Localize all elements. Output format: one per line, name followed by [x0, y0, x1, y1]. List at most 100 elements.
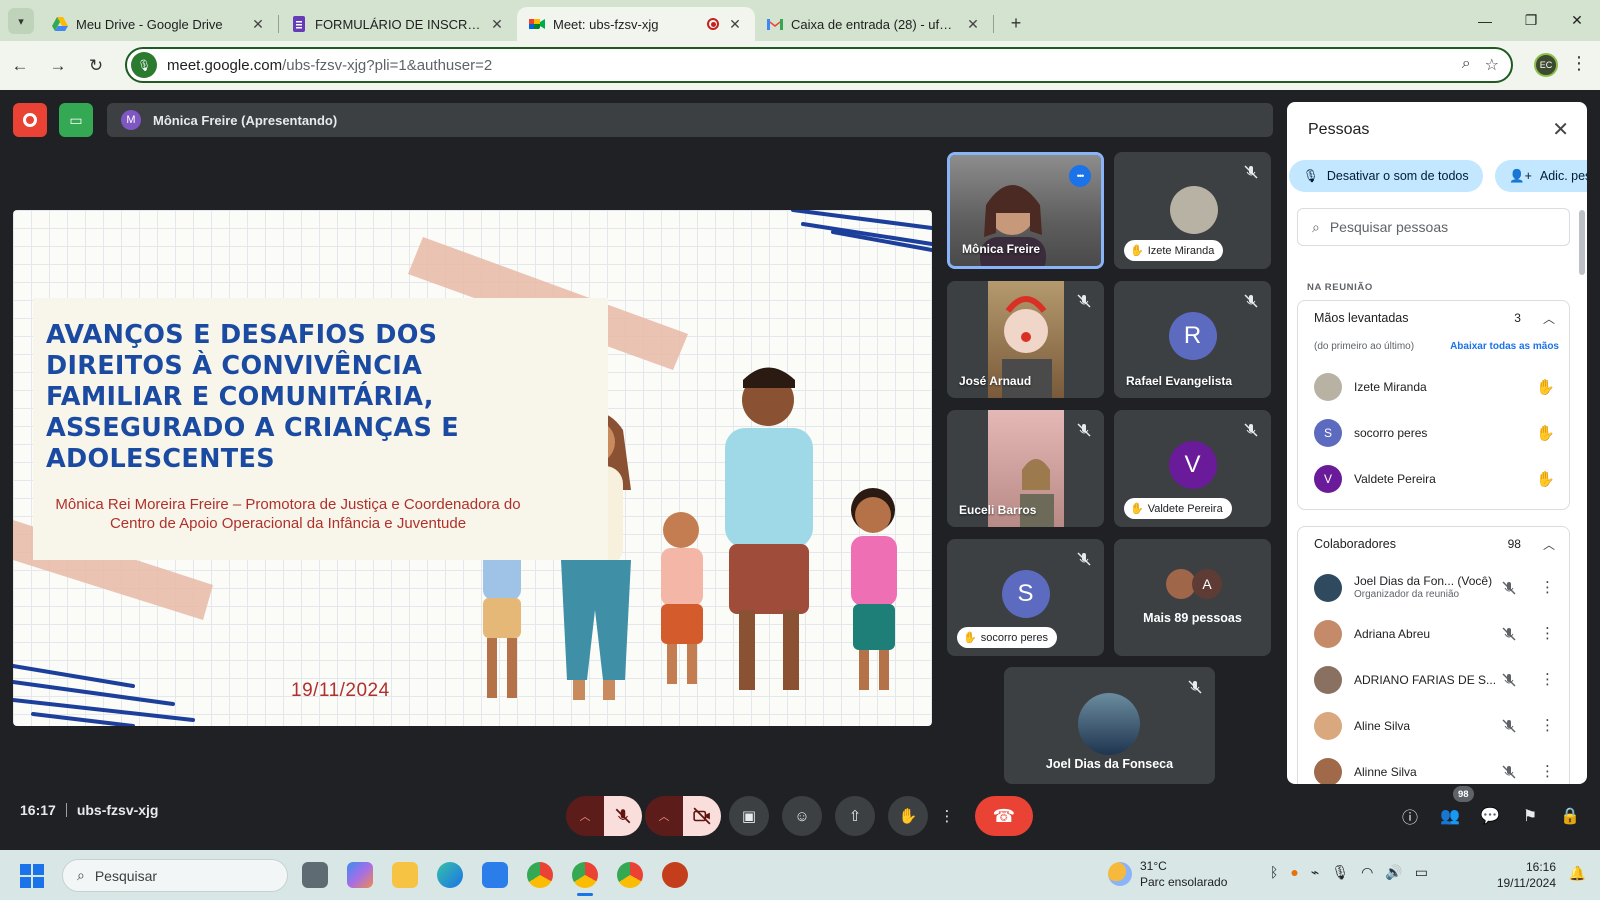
bookmark-star-icon[interactable]: ☆	[1485, 55, 1499, 75]
notifications-icon[interactable]: 🔔	[1569, 865, 1586, 882]
participant-tile[interactable]: Euceli Barros	[947, 410, 1104, 527]
more-options-icon[interactable]: ⋮	[1540, 578, 1555, 596]
close-icon[interactable]: ✕	[489, 16, 505, 33]
forward-icon[interactable]: →	[40, 48, 76, 84]
tab-gmail[interactable]: Caixa de entrada (28) - ufpa.esc ✕	[755, 7, 993, 41]
more-participants-tile[interactable]: A Mais 89 pessoas	[1114, 539, 1271, 656]
tab-forms[interactable]: FORMULÁRIO DE INSCRIÇÃO - ✕	[279, 7, 517, 41]
wifi-icon[interactable]: ◠	[1361, 864, 1373, 881]
companion-mode-icon[interactable]: ▭	[59, 103, 93, 137]
present-screen-icon[interactable]: ⇧	[835, 796, 875, 836]
close-icon[interactable]: ✕	[727, 16, 743, 33]
activities-icon[interactable]: ⚑	[1514, 800, 1546, 832]
audio-options-chevron-icon[interactable]: ︿	[566, 796, 604, 836]
microphone-off-button[interactable]	[604, 796, 642, 836]
microsoft-store-icon[interactable]	[482, 862, 508, 888]
weather-widget[interactable]: 31°C Parc ensolarado	[1108, 858, 1227, 890]
new-tab-button[interactable]: +	[1002, 9, 1030, 37]
list-item[interactable]: S socorro peres ✋	[1298, 410, 1569, 456]
app-tray-icon[interactable]: ●	[1290, 864, 1298, 881]
list-item[interactable]: ADRIANO FARIAS DE S... ⋮	[1298, 657, 1569, 703]
more-options-icon[interactable]: ⋮	[934, 796, 960, 836]
more-options-icon[interactable]: ⋮	[1540, 670, 1555, 688]
close-icon[interactable]: ✕	[1552, 117, 1569, 142]
raised-hands-header[interactable]: Mãos levantadas 3 ︿	[1298, 301, 1569, 335]
leave-call-button[interactable]: ☎	[975, 796, 1033, 836]
url-text[interactable]: meet.google.com/ubs-fzsv-xjg?pli=1&authu…	[167, 57, 492, 74]
list-item[interactable]: V Valdete Pereira ✋	[1298, 456, 1569, 502]
panel-scrollbar[interactable]	[1579, 210, 1585, 275]
list-item[interactable]: Izete Miranda ✋	[1298, 364, 1569, 410]
chrome-icon[interactable]	[527, 862, 553, 888]
chrome-icon[interactable]	[572, 862, 598, 888]
muted-mic-icon[interactable]	[1501, 764, 1517, 780]
tab-google-drive[interactable]: Meu Drive - Google Drive ✕	[40, 7, 278, 41]
taskbar-clock[interactable]: 16:16 19/11/2024	[1497, 859, 1556, 891]
file-explorer-icon[interactable]	[392, 862, 418, 888]
video-options-chevron-icon[interactable]: ︿	[645, 796, 683, 836]
task-view-icon[interactable]	[302, 862, 328, 888]
chevron-up-icon[interactable]: ︿	[1543, 536, 1555, 553]
add-people-button[interactable]: 👤+ Adic. pess	[1495, 160, 1587, 192]
minimize-icon[interactable]: —	[1462, 0, 1508, 41]
chat-icon[interactable]: 💬	[1474, 800, 1506, 832]
restore-icon[interactable]: ❐	[1508, 0, 1554, 41]
profile-avatar[interactable]: EC	[1534, 53, 1558, 77]
more-options-icon[interactable]: ⋮	[1540, 624, 1555, 642]
meeting-code[interactable]: ubs-fzsv-xjg	[77, 802, 159, 818]
captions-icon[interactable]: ▣	[729, 796, 769, 836]
window-close-icon[interactable]: ✕	[1554, 0, 1600, 41]
tab-meet[interactable]: Meet: ubs-fzsv-xjg ✕	[517, 7, 755, 41]
tab-search-button[interactable]: ▾	[8, 8, 34, 34]
zoom-icon[interactable]: ⌕	[1462, 55, 1471, 75]
raise-hand-icon[interactable]: ✋	[888, 796, 928, 836]
raised-hand-icon[interactable]: ✋	[1536, 470, 1555, 488]
chrome-menu-icon[interactable]: ⋮	[1570, 53, 1588, 74]
raised-hand-icon[interactable]: ✋	[1536, 424, 1555, 442]
emoji-reactions-icon[interactable]: ☺	[782, 796, 822, 836]
participant-tile[interactable]: R Rafael Evangelista	[1114, 281, 1271, 398]
muted-mic-icon[interactable]	[1501, 626, 1517, 642]
more-options-icon[interactable]: ⋮	[1540, 716, 1555, 734]
chrome-icon[interactable]	[617, 862, 643, 888]
edge-icon[interactable]	[437, 862, 463, 888]
collaborators-header[interactable]: Colaboradores 98 ︿	[1298, 527, 1569, 561]
participant-tile[interactable]: S ✋ socorro peres	[947, 539, 1104, 656]
close-icon[interactable]: ✕	[250, 16, 266, 33]
bluetooth-icon[interactable]: ᛒ	[1270, 864, 1278, 881]
list-item[interactable]: Alinne Silva ⋮	[1298, 749, 1569, 784]
meeting-details-icon[interactable]: ⓘ	[1394, 800, 1426, 832]
volume-icon[interactable]: 🔊	[1385, 864, 1402, 881]
powerpoint-icon[interactable]	[662, 862, 688, 888]
more-options-icon[interactable]: ⋮	[1540, 762, 1555, 780]
lower-all-hands-button[interactable]: Abaixar todas as mãos	[1450, 341, 1559, 352]
muted-mic-icon[interactable]	[1501, 718, 1517, 734]
self-tile[interactable]: Joel Dias da Fonseca	[1004, 667, 1215, 784]
list-item[interactable]: Adriana Abreu ⋮	[1298, 611, 1569, 657]
mute-all-button[interactable]: 🎙 Desativar o som de todos	[1289, 160, 1483, 192]
participant-tile[interactable]: ✋ Izete Miranda	[1114, 152, 1271, 269]
network-off-icon[interactable]: ⌁	[1311, 864, 1319, 881]
search-people-input[interactable]: ⌕ Pesquisar pessoas	[1297, 208, 1570, 246]
close-icon[interactable]: ✕	[965, 16, 981, 33]
chevron-up-icon[interactable]: ︿	[1543, 310, 1555, 327]
participant-tile[interactable]: José Arnaud	[947, 281, 1104, 398]
host-controls-icon[interactable]: 🔒	[1554, 800, 1586, 832]
muted-mic-icon[interactable]	[1501, 672, 1517, 688]
copilot-icon[interactable]	[347, 862, 373, 888]
address-bar[interactable]: 🎙 meet.google.com/ubs-fzsv-xjg?pli=1&aut…	[125, 47, 1513, 83]
battery-icon[interactable]: ▭	[1415, 864, 1428, 881]
participant-tile[interactable]: ••• Mônica Freire	[947, 152, 1104, 269]
raised-hand-icon[interactable]: ✋	[1536, 378, 1555, 396]
camera-off-button[interactable]	[683, 796, 721, 836]
muted-mic-icon[interactable]	[1501, 580, 1517, 596]
recording-button[interactable]	[13, 103, 47, 137]
list-item[interactable]: Aline Silva ⋮	[1298, 703, 1569, 749]
reload-icon[interactable]: ↻	[78, 48, 114, 84]
taskbar-search[interactable]: ⌕ Pesquisar	[62, 859, 288, 892]
people-icon[interactable]: 👥	[1434, 800, 1466, 832]
microphone-in-use-icon[interactable]: 🎙	[131, 52, 157, 78]
microphone-icon[interactable]: 🎙	[1331, 864, 1349, 881]
list-item[interactable]: Joel Dias da Fon... (Você) Organizador da…	[1298, 565, 1569, 611]
participant-tile[interactable]: V ✋ Valdete Pereira	[1114, 410, 1271, 527]
